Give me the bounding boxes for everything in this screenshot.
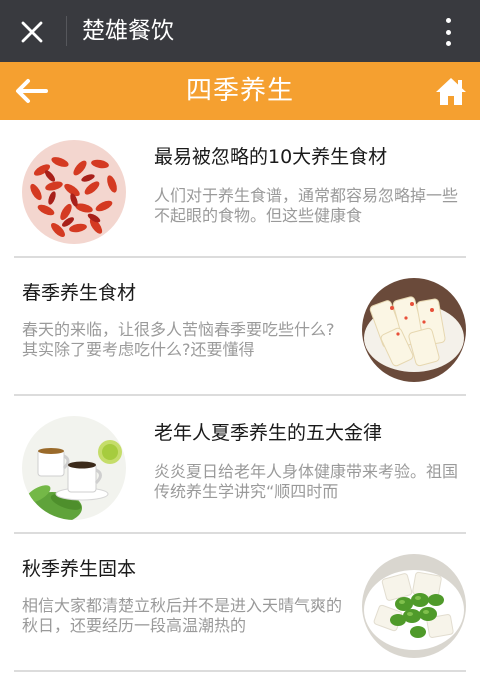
topbar-divider: [66, 16, 67, 46]
more-menu-button[interactable]: [438, 14, 458, 50]
article-summary: 相信大家都清楚立秋后并不是进入天晴气爽的秋日，还要经历一段高温潮热的: [22, 596, 343, 635]
list-item[interactable]: 老年人夏季养生的五大金律 炎炎夏日给老年人身体健康带来考验。祖国传统养生学讲究“…: [14, 396, 466, 534]
article-list: 最易被忽略的10大养生食材 人们对于养生食谱，通常都容易忽略掉一些不起眼的食物。…: [0, 120, 480, 672]
article-title: 老年人夏季养生的五大金律: [154, 422, 383, 444]
list-item[interactable]: 春季养生食材 春天的来临，让很多人苦恼春季要吃些什么?其实除了要考虑吃什么?还要…: [14, 258, 466, 396]
home-button[interactable]: [432, 72, 470, 110]
article-title: 秋季养生固本: [22, 558, 137, 580]
list-item[interactable]: 秋季养生固本 相信大家都清楚立秋后并不是进入天晴气爽的秋日，还要经历一段高温潮热…: [14, 534, 466, 672]
article-text: 最易被忽略的10大养生食材 人们对于养生食谱，通常都容易忽略掉一些不起眼的食物。…: [154, 140, 466, 226]
article-summary: 春天的来临，让很多人苦恼春季要吃些什么?其实除了要考虑吃什么?还要懂得: [22, 320, 335, 359]
page-header: 四季养生: [0, 62, 480, 120]
close-icon: [21, 21, 43, 43]
more-vertical-icon: [445, 18, 451, 23]
article-text: 老年人夏季养生的五大金律 炎炎夏日给老年人身体健康带来考验。祖国传统养生学讲究“…: [154, 416, 466, 502]
browser-top-bar: 楚雄餐饮: [0, 0, 480, 62]
page-title: 四季养生: [185, 76, 294, 106]
article-text: 秋季养生固本 相信大家都清楚立秋后并不是进入天晴气爽的秋日，还要经历一段高温潮热…: [22, 554, 350, 636]
article-text: 春季养生食材 春天的来临，让很多人苦恼春季要吃些什么?其实除了要考虑吃什么?还要…: [22, 278, 350, 360]
article-summary: 人们对于养生食谱，通常都容易忽略掉一些不起眼的食物。但这些健康食: [154, 186, 459, 225]
article-summary: 炎炎夏日给老年人身体健康带来考验。祖国传统养生学讲究“顺四时而: [154, 462, 459, 501]
yam-slices-image: [362, 278, 466, 382]
app-title: 楚雄餐饮: [82, 18, 174, 44]
list-item[interactable]: 最易被忽略的10大养生食材 人们对于养生食谱，通常都容易忽略掉一些不起眼的食物。…: [14, 120, 466, 258]
close-button[interactable]: [14, 14, 50, 50]
goji-berries-image: [22, 140, 126, 244]
article-title: 春季养生食材: [22, 282, 137, 304]
edamame-tofu-image: [362, 554, 466, 658]
tea-cups-image: [22, 416, 126, 520]
article-title: 最易被忽略的10大养生食材: [154, 146, 388, 168]
home-icon: [436, 78, 466, 105]
